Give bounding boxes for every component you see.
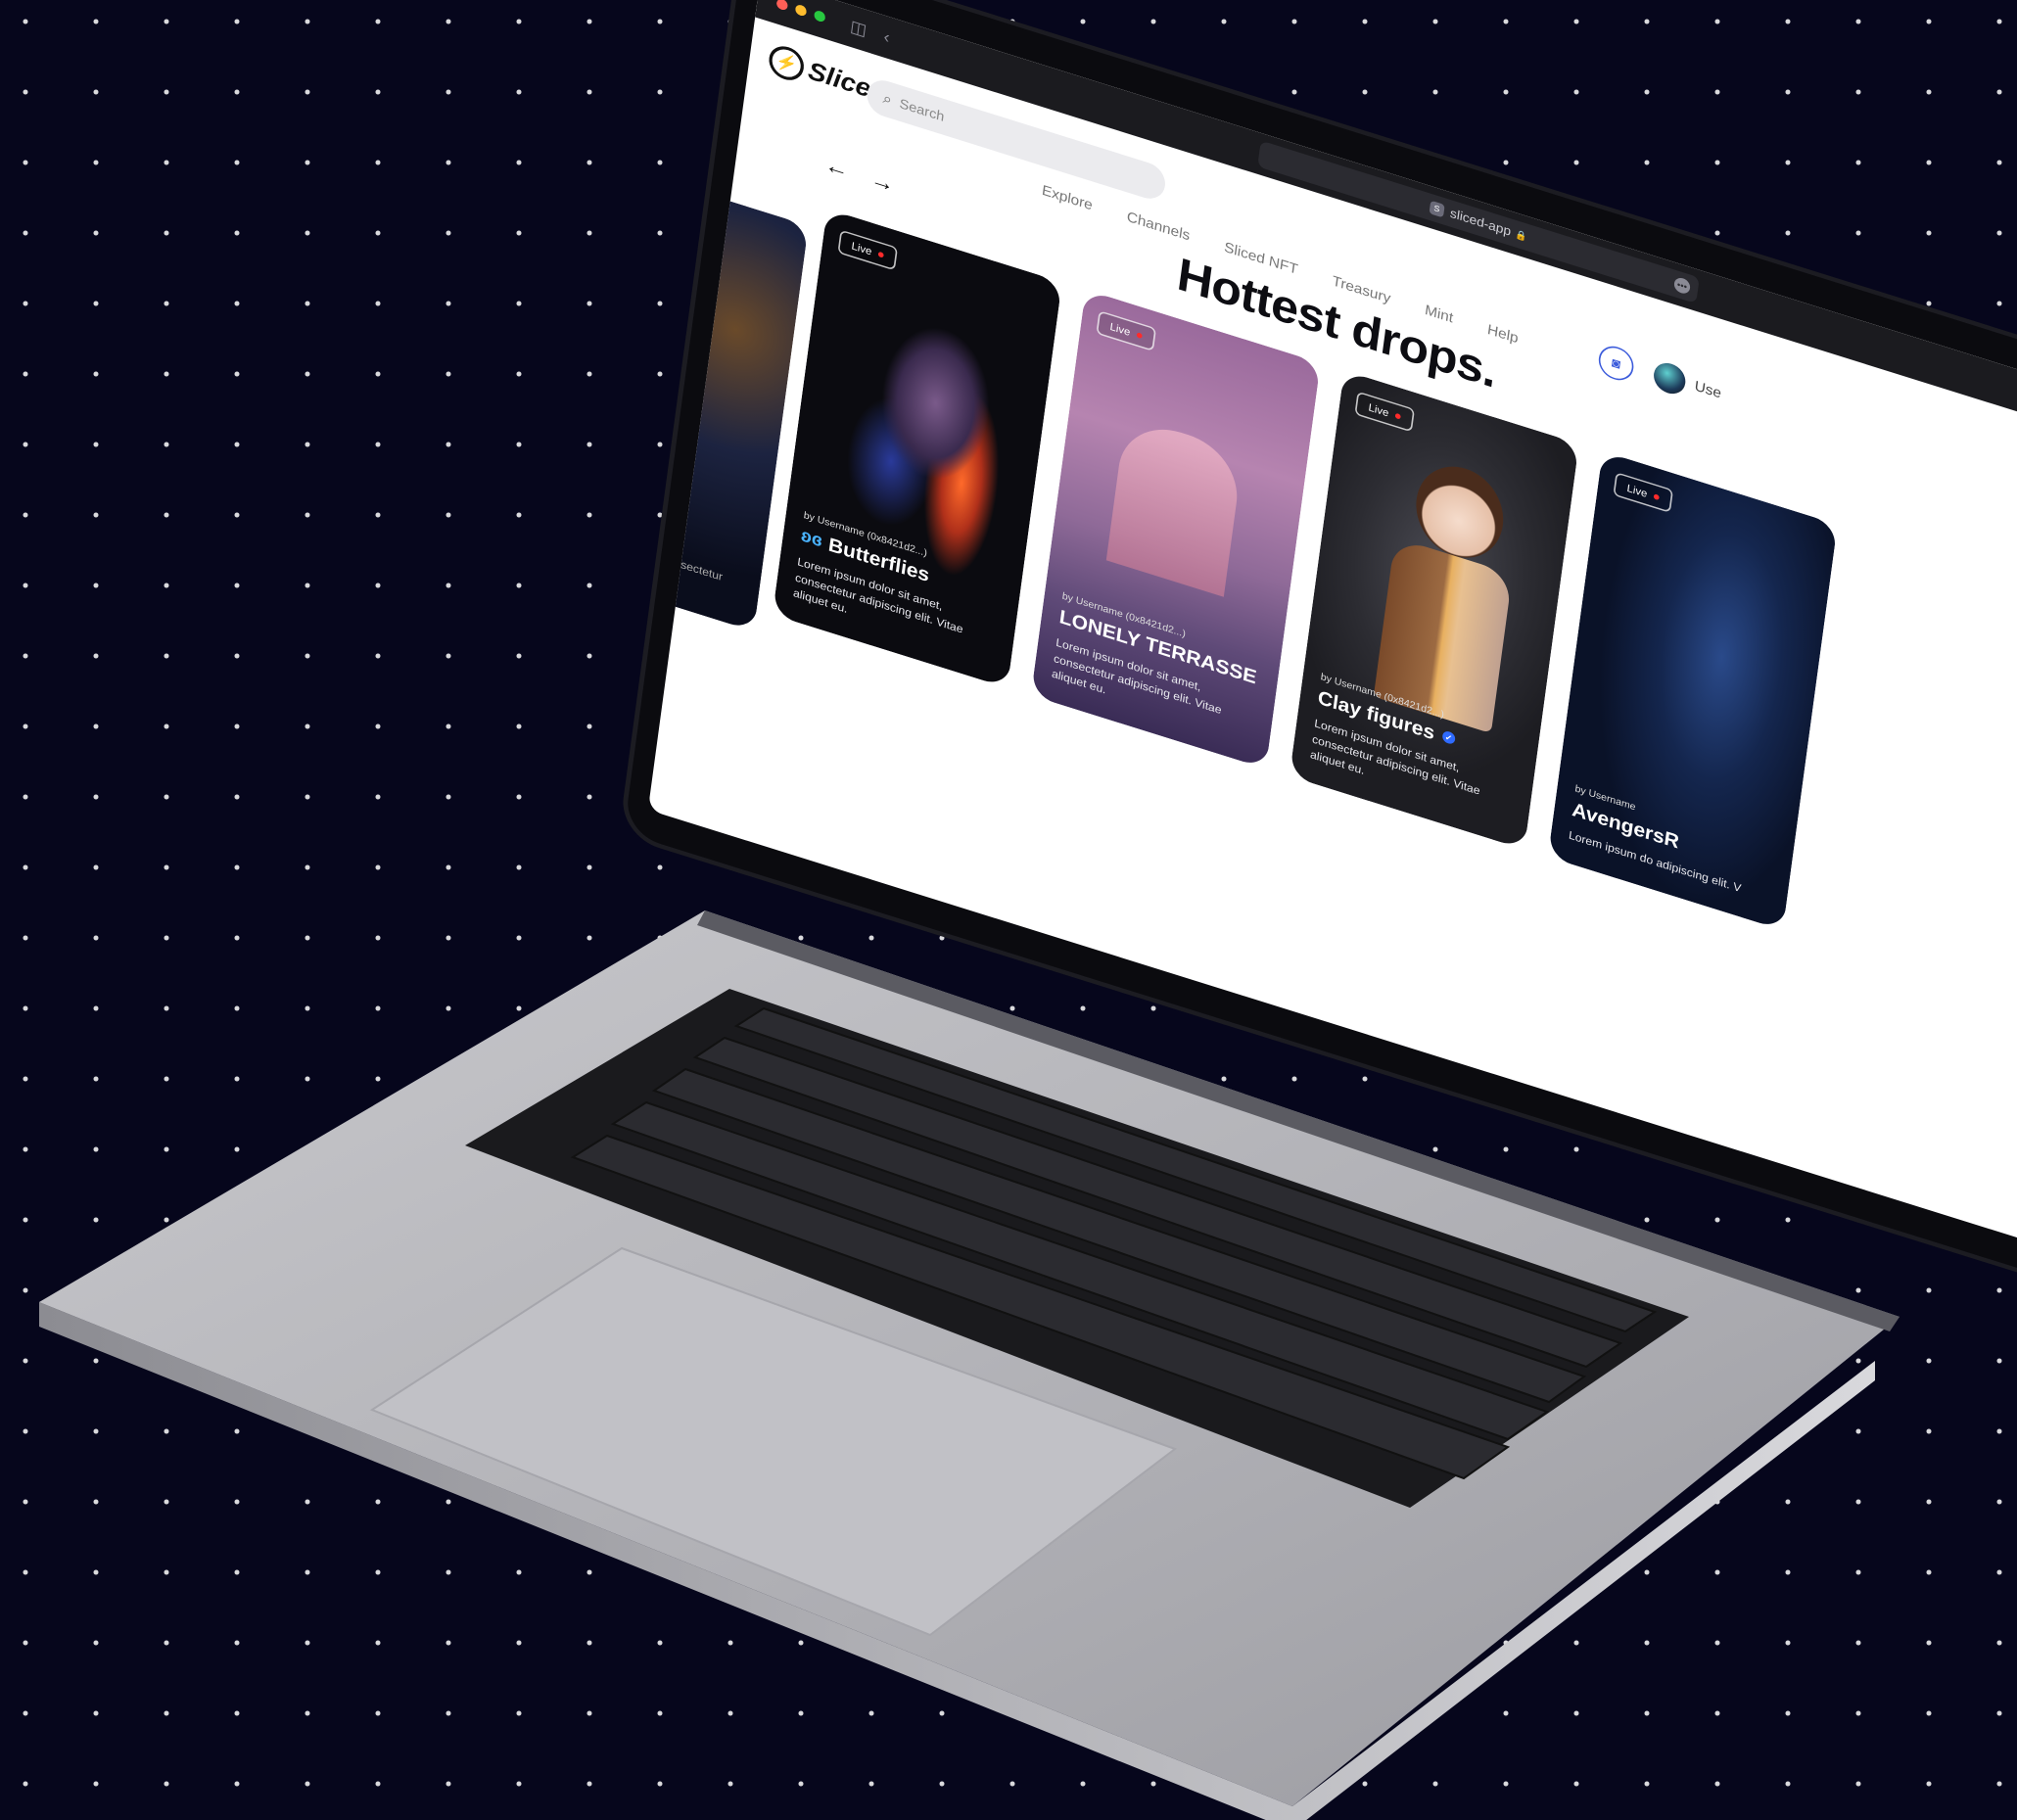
live-label: Live (1368, 400, 1390, 419)
username-label: Use (1693, 378, 1722, 402)
live-label: Live (851, 239, 873, 257)
butterfly-icon: ʚɞ (799, 525, 824, 552)
live-dot-icon (1653, 492, 1660, 500)
address-bar-url: sliced-app (1449, 206, 1513, 239)
drop-card[interactable]: Live by Username (0x8421d2...) ʚɞ Butter… (772, 209, 1062, 688)
live-dot-icon (1136, 331, 1143, 339)
minimize-window-button[interactable] (794, 3, 808, 18)
lock-icon: 🔒 (1515, 228, 1528, 243)
search-icon: ⌕ (881, 89, 893, 109)
verified-check-icon: ✓ (1441, 729, 1456, 746)
lightning-icon: ⚡ (767, 41, 806, 85)
nav-item-explore[interactable]: Explore (1041, 183, 1094, 214)
site-favicon-icon: S (1429, 200, 1445, 218)
back-icon[interactable]: ‹ (882, 26, 890, 47)
drop-card[interactable]: Live by Username (0x8421d2...) LONELY TE… (1030, 289, 1321, 770)
sidebar-toggle-icon[interactable]: ◫ (849, 17, 868, 40)
live-dot-icon (877, 251, 884, 258)
close-window-button[interactable] (775, 0, 789, 12)
nav-item-mint[interactable]: Mint (1424, 303, 1454, 327)
wallet-button[interactable]: ◙ (1596, 342, 1636, 385)
browser-window: ◫ ‹ S sliced-app 🔒 ••• ⚡ Sliced ™ ⌕ Sear… (647, 0, 2017, 1263)
maximize-window-button[interactable] (813, 9, 826, 23)
drop-card[interactable]: Live by Username AvengersR Lorem ipsum d… (1547, 450, 1838, 931)
live-label: Live (1109, 320, 1132, 339)
live-label: Live (1626, 482, 1649, 500)
carousel-next-arrow-icon[interactable]: → (869, 166, 904, 201)
user-menu[interactable]: Use (1652, 358, 1723, 409)
live-dot-icon (1394, 412, 1401, 420)
nav-item-channels[interactable]: Channels (1126, 210, 1191, 245)
drop-card[interactable]: Live by Username (0x8421d2...) Clay figu… (1289, 370, 1579, 850)
nav-item-help[interactable]: Help (1486, 322, 1519, 348)
carousel-prev-arrow-icon[interactable]: ← (823, 152, 858, 186)
search-placeholder: Search (898, 95, 946, 124)
avatar (1652, 358, 1688, 398)
more-options-icon[interactable]: ••• (1673, 275, 1691, 296)
wallet-icon: ◙ (1611, 353, 1621, 372)
laptop-lid: ◫ ‹ S sliced-app 🔒 ••• ⚡ Sliced ™ ⌕ Sear… (624, 0, 2017, 1298)
